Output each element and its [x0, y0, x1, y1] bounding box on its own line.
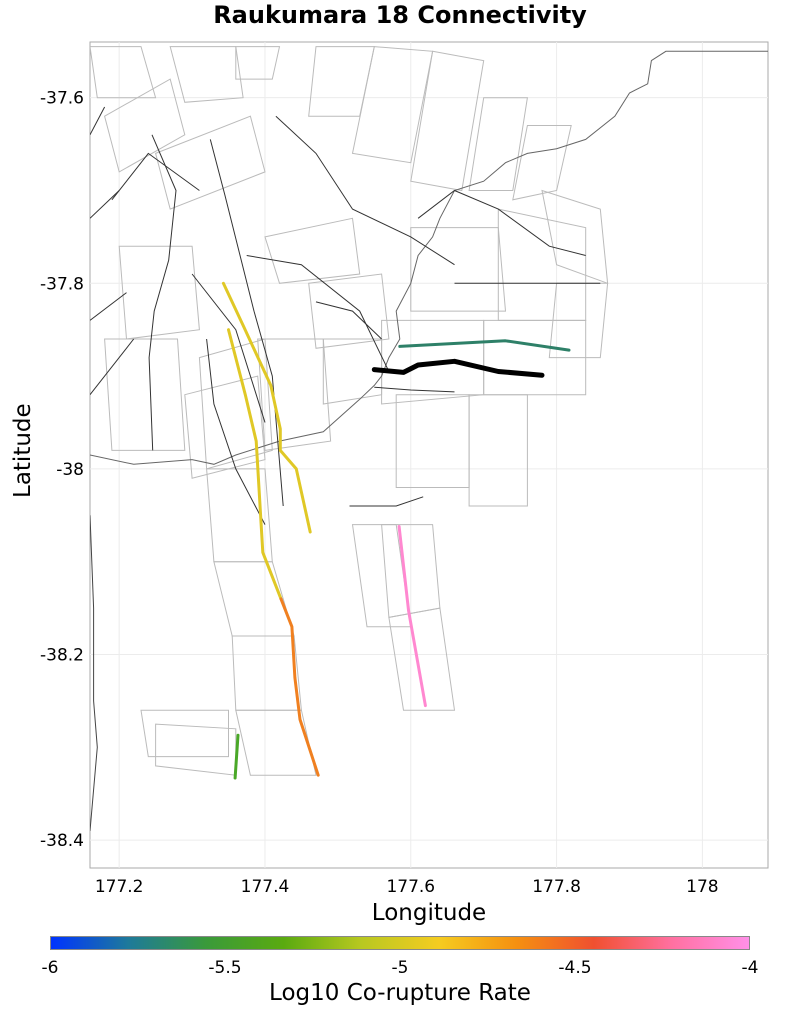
colorbar	[50, 936, 750, 950]
y-tick-label: -37.8	[40, 274, 84, 294]
x-axis-label: Longitude	[371, 900, 487, 926]
y-tick-label: -38.2	[40, 646, 84, 666]
colorbar-tick-label: -4	[741, 958, 759, 978]
connectivity-map: 177.2 177.4 177.6 177.8 178 -37.6 -37.8 -38 -38…	[40, 41, 769, 897]
x-tick-labels: 177.2 177.4 177.6 177.8 178	[95, 877, 719, 897]
plot-frame	[89, 41, 769, 869]
x-tick-label: 178	[686, 877, 718, 897]
x-tick-label: 177.4	[241, 877, 290, 897]
colorbar-tick-label: -4.5	[558, 958, 592, 978]
colorbar-tick-label: -5.5	[208, 958, 242, 978]
x-tick-label: 177.6	[386, 877, 435, 897]
y-tick-label: -38.4	[40, 831, 84, 851]
x-tick-label: 177.2	[95, 877, 144, 897]
x-tick-label: 177.8	[532, 877, 581, 897]
y-tick-label: -38	[56, 460, 84, 480]
y-axis-label: Latitude	[10, 403, 36, 498]
colorbar-label: Log10 Co-rupture Rate	[269, 980, 531, 1006]
y-tick-label: -37.6	[40, 89, 84, 109]
y-tick-labels: -37.6 -37.8 -38 -38.2 -38.4	[40, 89, 84, 851]
colorbar-tick-label: -5	[391, 958, 409, 978]
colorbar-tick-label: -6	[41, 958, 59, 978]
